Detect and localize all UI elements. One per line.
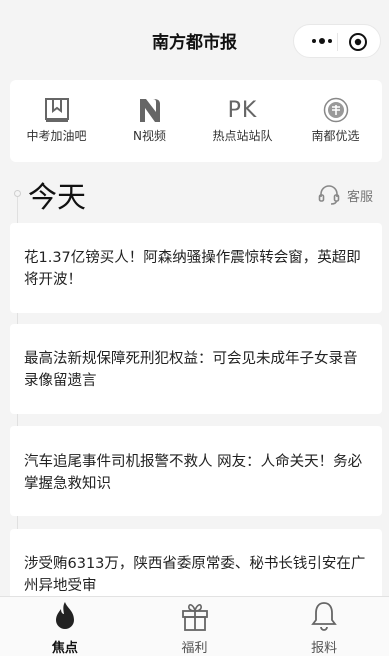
quick-link-label: 南都优选: [311, 129, 360, 143]
tab-label: 福利: [181, 641, 208, 656]
tab-report[interactable]: 报料: [259, 597, 389, 656]
quick-link-n-video[interactable]: N视频: [103, 80, 196, 162]
nandu-seal-icon: [322, 96, 350, 124]
quick-link-nandu-select[interactable]: 南都优选: [289, 80, 382, 162]
book-icon: [43, 96, 71, 124]
headset-icon: [318, 185, 340, 205]
article-card[interactable]: 汽车追尾事件司机报警不救人 网友：人命关天！务必掌握急救知识: [10, 426, 382, 516]
quick-link-pk[interactable]: PK 热点站站队: [196, 80, 289, 162]
section-title: 今天: [28, 180, 87, 214]
flame-icon: [55, 602, 74, 629]
article-card[interactable]: 花1.37亿镑买人！阿森纳骚操作震惊转会窗，英超即将开波！: [10, 223, 382, 313]
n-video-logo-icon: [136, 96, 164, 124]
service-label: 客服: [346, 189, 373, 205]
bell-icon: [311, 602, 337, 631]
article-title: 汽车追尾事件司机报警不救人 网友：人命关天！务必掌握急救知识: [24, 454, 363, 492]
timeline-dot: [14, 190, 21, 197]
more-options-icon[interactable]: [306, 33, 338, 49]
tab-label: 焦点: [51, 641, 78, 656]
gift-icon: [181, 604, 208, 631]
tab-welfare[interactable]: 福利: [130, 597, 260, 656]
bottom-tab-bar: 焦点 福利 报料: [0, 596, 389, 656]
article-title: 花1.37亿镑买人！阿森纳骚操作震惊转会窗，英超即将开波！: [24, 250, 361, 288]
article-card[interactable]: 最高法新规保障死刑犯权益：可会见未成年子女录音录像留遗言: [10, 324, 382, 414]
tab-label: 报料: [311, 641, 338, 656]
quick-links-panel: 中考加油吧 N视频 PK 热点站站队 南都优选: [10, 80, 382, 162]
quick-link-label: N视频: [133, 129, 166, 143]
pk-icon: PK: [227, 97, 258, 123]
article-title: 最高法新规保障死刑犯权益：可会见未成年子女录音录像留遗言: [24, 351, 358, 389]
quick-link-label: 热点站站队: [212, 129, 273, 143]
top-bar: 南方都市报: [0, 0, 389, 80]
article-title: 涉受贿6313万，陕西省委原常委、秘书长钱引安在广州异地受审: [24, 556, 366, 594]
mini-program-capsule: [293, 24, 381, 58]
quick-link-zhongkao[interactable]: 中考加油吧: [10, 80, 103, 162]
close-target-icon[interactable]: [348, 32, 368, 52]
customer-service-button[interactable]: 客服: [317, 182, 373, 208]
tab-focus[interactable]: 焦点: [0, 597, 130, 656]
capsule-divider: [337, 33, 338, 51]
quick-link-label: 中考加油吧: [26, 129, 87, 143]
